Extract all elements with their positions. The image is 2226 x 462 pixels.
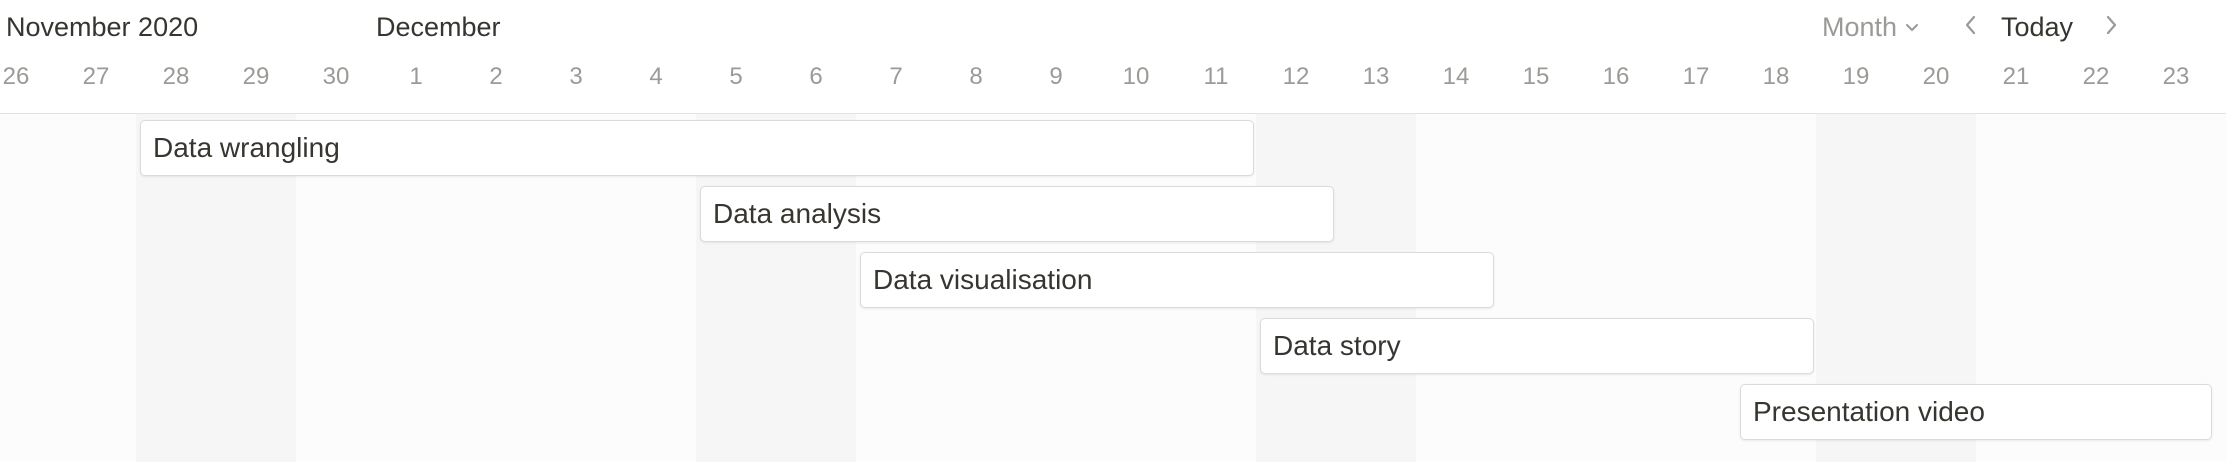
day-label: 14 — [1442, 63, 1470, 90]
day-label: 17 — [1682, 63, 1710, 90]
day-label: 3 — [569, 63, 583, 90]
day-label: 19 — [1842, 63, 1870, 90]
task-label: Data visualisation — [873, 264, 1093, 295]
day-header-row: 26 27 28 29 30 1 2 3 4 5 6 7 8 9 10 11 12 13 14 15 16 17 18 19 2… — [0, 60, 2226, 94]
day-label: 12 — [1282, 63, 1310, 90]
previous-button[interactable] — [1956, 10, 1986, 44]
day-label: 16 — [1602, 63, 1630, 90]
current-month-label: November 2020 — [6, 12, 199, 42]
day-label: 7 — [889, 63, 903, 90]
task-bar[interactable]: Presentation video — [1740, 384, 2212, 440]
task-label: Data wrangling — [153, 132, 340, 163]
day-label: 9 — [1049, 63, 1063, 90]
chevron-down-icon — [1903, 12, 1921, 43]
day-label: 22 — [2082, 63, 2110, 90]
day-label: 13 — [1362, 63, 1390, 90]
day-label: 20 — [1922, 63, 1950, 90]
day-label: 23 — [2162, 63, 2190, 90]
task-bar[interactable]: Data visualisation — [860, 252, 1494, 308]
day-label: 1 — [409, 63, 423, 90]
chevron-left-icon — [1963, 14, 1979, 41]
chevron-right-icon — [2103, 14, 2119, 41]
day-label: 18 — [1762, 63, 1790, 90]
next-button[interactable] — [2096, 10, 2126, 44]
day-label: 8 — [969, 63, 983, 90]
day-label: 10 — [1122, 63, 1150, 90]
task-bar[interactable]: Data analysis — [700, 186, 1334, 242]
day-label: 29 — [242, 63, 270, 90]
next-month-label: December — [376, 12, 501, 42]
day-label: 5 — [729, 63, 743, 90]
day-label: 6 — [809, 63, 823, 90]
view-mode-label: Month — [1822, 11, 1898, 42]
task-label: Data analysis — [713, 198, 882, 229]
task-label: Data story — [1273, 330, 1401, 361]
task-bar[interactable]: Data wrangling — [140, 120, 1254, 176]
day-label: 21 — [2002, 63, 2030, 90]
day-label: 11 — [1203, 63, 1229, 90]
day-label: 26 — [2, 63, 30, 90]
task-label: Presentation video — [1753, 396, 1985, 427]
day-label: 28 — [162, 63, 190, 90]
day-label: 27 — [82, 63, 110, 90]
day-label: 15 — [1522, 63, 1550, 90]
day-label: 30 — [322, 63, 350, 90]
day-label: 4 — [649, 63, 663, 90]
timeline-body: Data wrangling Data analysis Data visualis… — [0, 114, 2226, 462]
task-bar[interactable]: Data story — [1260, 318, 1814, 374]
day-label: 2 — [489, 63, 503, 90]
today-button[interactable]: Today — [2001, 10, 2073, 44]
view-mode-dropdown[interactable]: Month — [1822, 10, 1921, 44]
